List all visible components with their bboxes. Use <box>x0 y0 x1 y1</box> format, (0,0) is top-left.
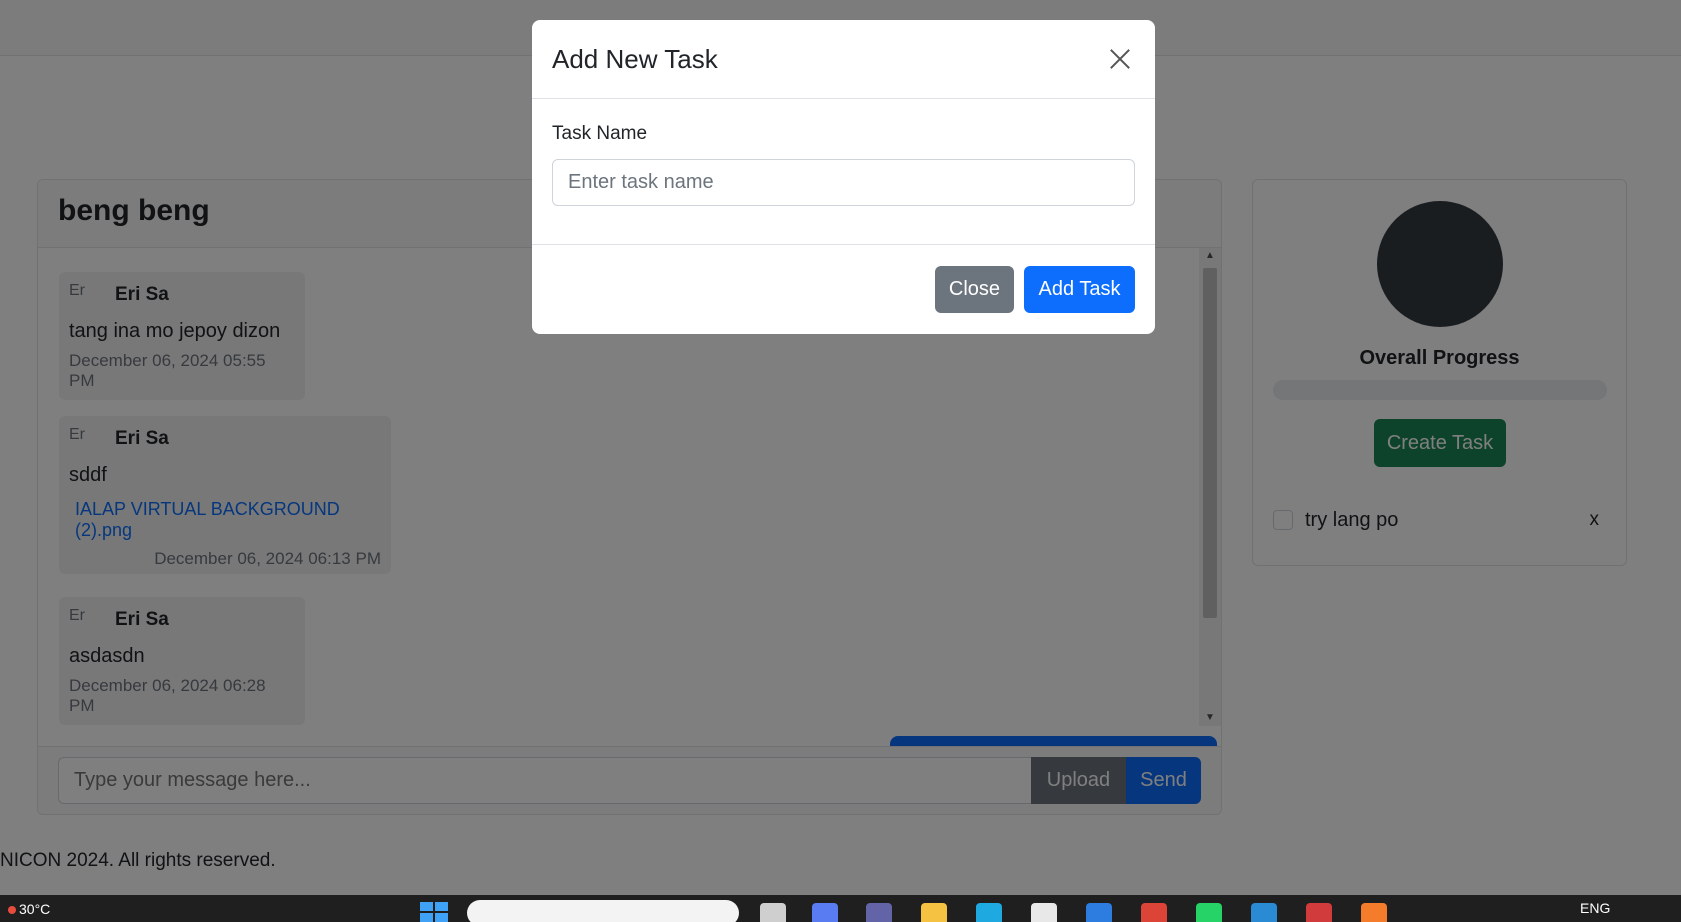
vscode-icon[interactable] <box>1251 903 1277 922</box>
weather-widget[interactable]: 30°C <box>8 901 50 917</box>
language-indicator[interactable]: ENG <box>1580 900 1610 916</box>
taskbar-search[interactable] <box>467 900 739 922</box>
edge-icon[interactable] <box>976 903 1002 922</box>
add-task-modal: Add New Task Task Name Close Add Task <box>532 20 1155 334</box>
teams-icon[interactable] <box>866 903 892 922</box>
modal-header: Add New Task <box>532 20 1155 99</box>
task-name-input[interactable] <box>552 159 1135 206</box>
close-button[interactable]: Close <box>935 265 1014 313</box>
add-task-button[interactable]: Add Task <box>1024 265 1135 313</box>
windows-start-icon[interactable] <box>420 902 448 922</box>
modal-footer: Close Add Task <box>532 245 1155 333</box>
xampp-icon[interactable] <box>1361 903 1387 922</box>
chrome-icon[interactable] <box>1141 903 1167 922</box>
file-explorer-icon[interactable] <box>921 903 947 922</box>
store-icon[interactable] <box>1031 903 1057 922</box>
app-icon[interactable] <box>1086 903 1112 922</box>
task-view-icon[interactable] <box>760 903 786 922</box>
modal-body: Task Name <box>532 99 1155 245</box>
task-name-label: Task Name <box>552 123 648 144</box>
chrome-profile-icon[interactable] <box>1306 903 1332 922</box>
modal-title: Add New Task <box>552 43 718 74</box>
weather-temp: 30°C <box>19 901 51 917</box>
os-taskbar: 30°C ENG <box>0 895 1681 922</box>
whatsapp-icon[interactable] <box>1196 903 1222 922</box>
copilot-icon[interactable] <box>812 903 838 922</box>
close-icon[interactable] <box>1105 44 1135 74</box>
weather-icon <box>8 906 16 914</box>
